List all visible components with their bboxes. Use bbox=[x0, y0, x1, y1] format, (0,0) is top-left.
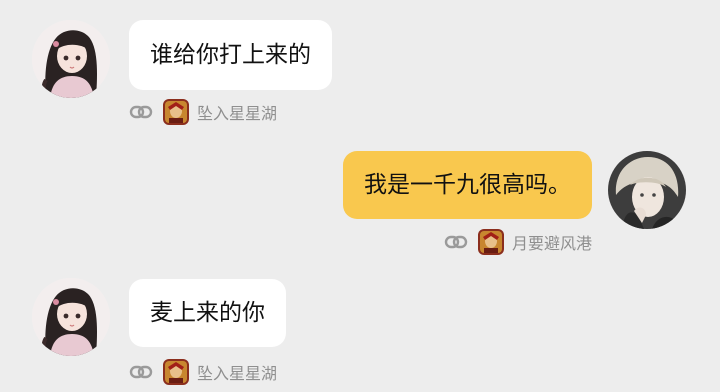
game-hero-icon bbox=[163, 99, 189, 125]
message-meta-1: 坠入星星湖 bbox=[129, 97, 277, 127]
message-bubble-1[interactable]: 谁给你打上来的 bbox=[129, 20, 332, 90]
game-hero-icon bbox=[477, 229, 504, 255]
message-bubble-2[interactable]: 我是一千九很高吗。 bbox=[343, 151, 592, 219]
message-meta-2: 月要避风港 bbox=[444, 227, 592, 257]
link-icon[interactable] bbox=[129, 100, 153, 124]
avatar-anime-girl[interactable] bbox=[32, 278, 110, 356]
avatar-blonde-person[interactable] bbox=[608, 151, 686, 229]
message-username-2[interactable]: 月要避风港 bbox=[512, 230, 592, 254]
message-username-1[interactable]: 坠入星星湖 bbox=[197, 100, 277, 124]
avatar-anime-girl[interactable] bbox=[32, 20, 110, 98]
message-text-1: 谁给你打上来的 bbox=[150, 41, 311, 68]
message-text-3: 麦上来的你 bbox=[150, 299, 265, 326]
game-hero-icon bbox=[163, 359, 189, 385]
message-meta-3: 坠入星星湖 bbox=[129, 357, 277, 387]
message-bubble-3[interactable]: 麦上来的你 bbox=[129, 279, 286, 347]
message-text-2: 我是一千九很高吗。 bbox=[364, 171, 571, 198]
message-username-3[interactable]: 坠入星星湖 bbox=[197, 360, 277, 384]
link-icon[interactable] bbox=[444, 230, 468, 254]
link-icon[interactable] bbox=[129, 360, 153, 384]
